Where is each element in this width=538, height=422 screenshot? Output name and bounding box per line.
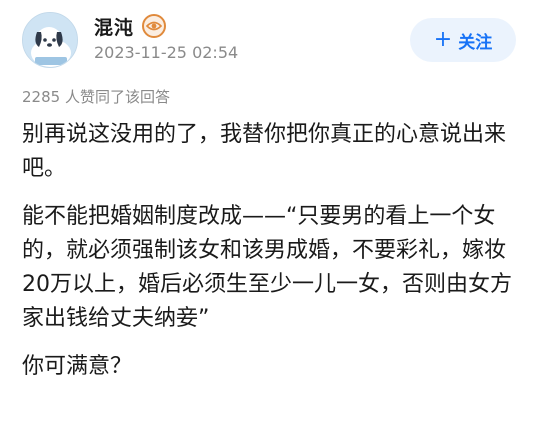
- follow-button[interactable]: + 关注: [410, 18, 516, 62]
- plus-icon: +: [433, 27, 453, 52]
- eye-badge-icon: [142, 14, 167, 38]
- answer-content: 别再说这没用的了，我替你把你真正的心意说出来吧。 能不能把婚姻制度改成——“只要…: [22, 118, 520, 398]
- answer-header: 混沌 2023-11-25 02:54 + 关注: [22, 10, 522, 72]
- post-timestamp: 2023-11-25 02:54: [94, 43, 239, 62]
- follow-button-label: 关注: [458, 32, 493, 53]
- likes-count: 2285 人赞同了该回答: [22, 88, 170, 106]
- author-row: 混沌: [94, 12, 167, 40]
- answer-paragraph: 你可满意？: [22, 354, 133, 379]
- answer-paragraph: 能不能把婚姻制度改成——“只要男的看上一个女的，就必须强制该女和该男成婚，不要彩…: [22, 204, 512, 331]
- author-avatar[interactable]: [22, 12, 78, 68]
- answer-paragraph: 别再说这没用的了，我替你把你真正的心意说出来吧。: [22, 122, 507, 181]
- author-name[interactable]: 混沌: [94, 13, 134, 40]
